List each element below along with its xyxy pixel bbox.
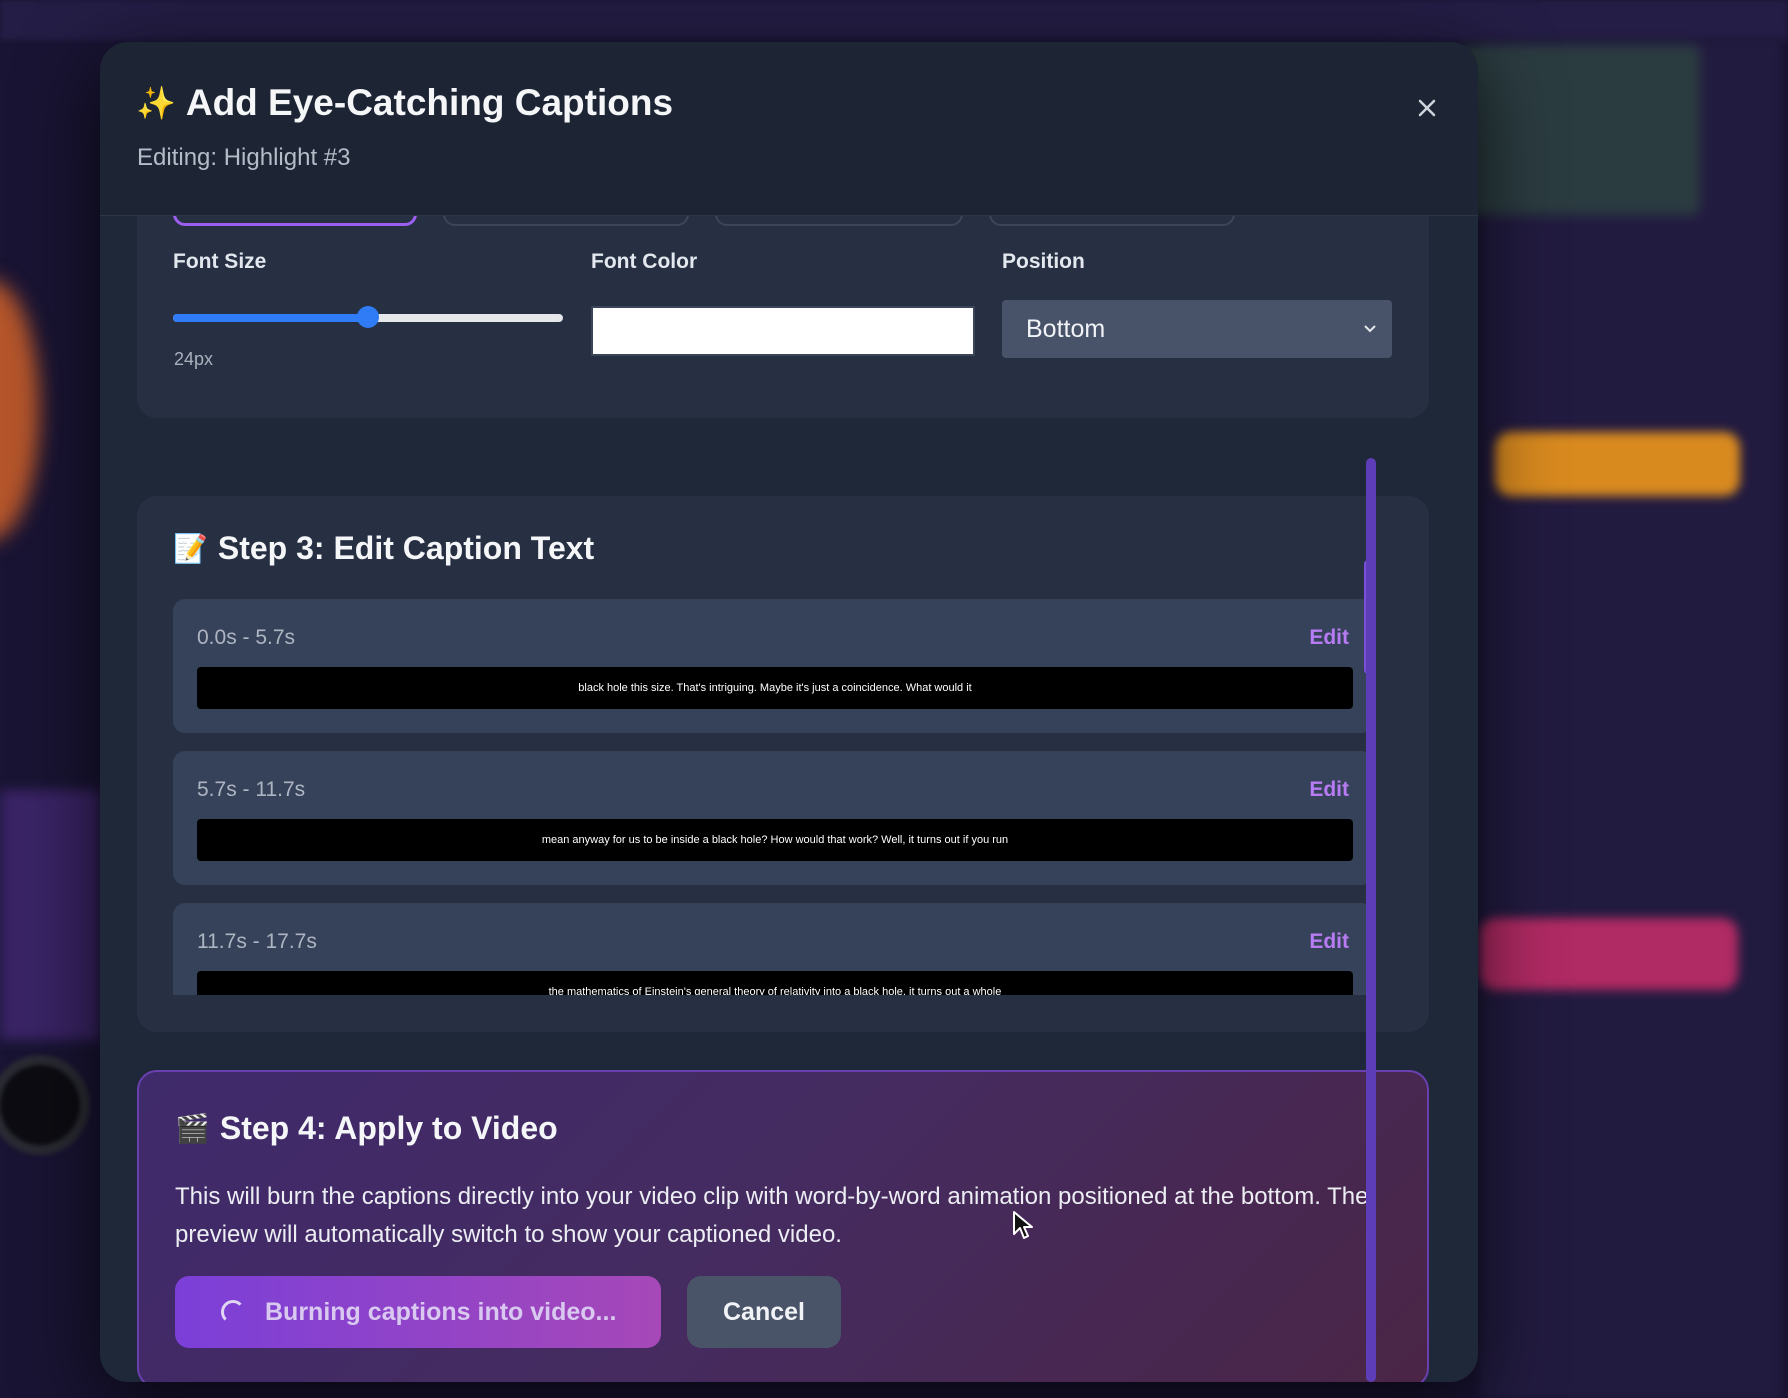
caption-item: 5.7s - 11.7s Edit mean anyway for us to … (173, 751, 1373, 885)
background-preview-card (1460, 45, 1700, 215)
font-color-label: Font Color (591, 250, 698, 273)
style-settings-card: Font Size 24px Font Color Position Botto… (137, 216, 1429, 418)
font-size-value: 24px (174, 349, 214, 369)
caption-edit-link[interactable]: Edit (1309, 626, 1349, 650)
cancel-button[interactable]: Cancel (687, 1276, 841, 1348)
font-size-label: Font Size (173, 250, 267, 273)
clapper-board-icon: 🎬 (175, 1113, 210, 1144)
slider-fill (173, 314, 368, 322)
caption-time: 11.7s - 17.7s (197, 930, 317, 953)
close-button[interactable] (1405, 86, 1449, 130)
caption-item: 0.0s - 5.7s Edit black hole this size. T… (173, 599, 1373, 733)
background-add-captions-button (1495, 432, 1740, 496)
burn-captions-button[interactable]: Burning captions into video... (175, 1276, 661, 1348)
caption-edit-link[interactable]: Edit (1309, 930, 1349, 954)
background-left-strip (0, 790, 100, 1040)
caption-list[interactable]: 0.0s - 5.7s Edit black hole this size. T… (173, 599, 1389, 995)
font-size-slider[interactable] (173, 306, 563, 328)
step4-title-text: Step 4: Apply to Video (219, 1110, 558, 1146)
caption-preview: mean anyway for us to be inside a black … (197, 819, 1353, 861)
caption-item: 11.7s - 17.7s Edit the mathematics of Ei… (173, 903, 1373, 995)
modal-title-text: Add Eye-Catching Captions (185, 82, 674, 123)
style-preset-option[interactable] (173, 216, 417, 226)
sparkles-icon: ✨ (136, 85, 176, 121)
loading-spinner-icon (221, 1300, 245, 1324)
step4-title: 🎬 Step 4: Apply to Video (175, 1110, 558, 1147)
position-select-value: Bottom (1026, 314, 1106, 343)
background-record-icon (0, 1055, 90, 1155)
step3-title-text: Step 3: Edit Caption Text (217, 530, 595, 566)
background-right-panel (1480, 40, 1780, 1398)
style-preset-option[interactable] (989, 216, 1235, 226)
caption-preview: black hole this size. That's intriguing.… (197, 667, 1353, 709)
background-thumbnail (0, 280, 40, 540)
step4-card: 🎬 Step 4: Apply to Video This will burn … (137, 1070, 1429, 1382)
modal-scrollbar[interactable] (1366, 458, 1376, 1382)
font-color-picker[interactable] (591, 306, 975, 356)
modal-subtitle: Editing: Highlight #3 (137, 144, 351, 171)
step3-card: 📝 Step 3: Edit Caption Text 0.0s - 5.7s … (137, 496, 1429, 1032)
position-select[interactable]: Bottom (1002, 300, 1392, 358)
style-preset-option[interactable] (715, 216, 963, 226)
modal-body[interactable]: Font Size 24px Font Color Position Botto… (100, 216, 1478, 1382)
close-icon (1418, 99, 1436, 117)
background-topbar (0, 0, 1788, 40)
step4-description: This will burn the captions directly int… (175, 1183, 1369, 1248)
memo-icon: 📝 (173, 533, 208, 564)
mouse-cursor-icon (1013, 1211, 1033, 1239)
burn-captions-label: Burning captions into video... (265, 1297, 617, 1326)
modal-header: ✨ Add Eye-Catching Captions Editing: Hig… (100, 42, 1478, 216)
modal-title: ✨ Add Eye-Catching Captions (136, 82, 673, 124)
background-finalize-button (1480, 918, 1738, 990)
caption-preview: the mathematics of Einstein's general th… (197, 971, 1353, 995)
step3-title: 📝 Step 3: Edit Caption Text (173, 530, 594, 567)
captions-modal: ✨ Add Eye-Catching Captions Editing: Hig… (100, 42, 1478, 1382)
caption-time: 5.7s - 11.7s (197, 778, 306, 801)
caption-edit-link[interactable]: Edit (1309, 778, 1349, 802)
slider-thumb[interactable] (357, 306, 379, 328)
position-label: Position (1002, 250, 1085, 273)
style-preset-option[interactable] (443, 216, 689, 226)
caption-time: 0.0s - 5.7s (197, 626, 296, 649)
chevron-down-icon (1364, 325, 1376, 333)
